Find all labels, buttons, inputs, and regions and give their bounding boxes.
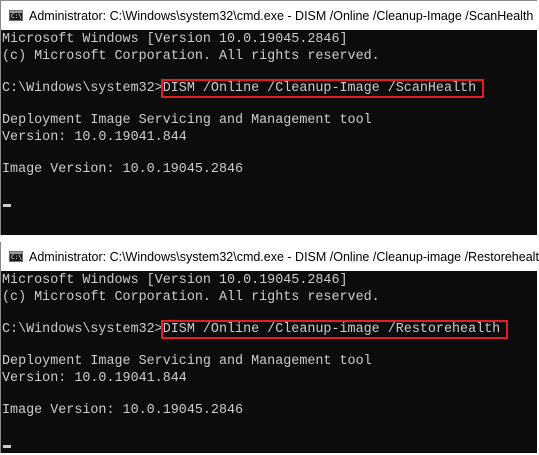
console-line: Image Version: 10.0.19045.2846	[2, 403, 244, 418]
prompt-path: C:\Windows\system32>	[2, 81, 163, 96]
highlighted-command: DISM /Online /Cleanup-image /Restoreheal…	[160, 320, 509, 339]
title-bar[interactable]: C:\ Administrator: C:\Windows\system32\c…	[1, 242, 539, 271]
text-cursor	[3, 445, 11, 448]
cmd-icon: C:\	[9, 251, 23, 262]
prompt-path: C:\Windows\system32>	[2, 322, 163, 337]
text-cursor	[3, 204, 11, 207]
title-bar[interactable]: C:\ Administrator: C:\Windows\system32\c…	[1, 1, 537, 30]
window-title: Administrator: C:\Windows\system32\cmd.e…	[29, 249, 539, 264]
console-line: (c) Microsoft Corporation. All rights re…	[2, 290, 380, 305]
console-line: Version: 10.0.19041.844	[2, 130, 187, 145]
console-output[interactable]: Microsoft Windows [Version 10.0.19045.28…	[1, 30, 537, 235]
console-line: Microsoft Windows [Version 10.0.19045.28…	[2, 273, 348, 288]
prompt-line: C:\Windows\system32>DISM /Online /Cleanu…	[2, 79, 485, 98]
window-title: Administrator: C:\Windows\system32\cmd.e…	[29, 8, 534, 23]
cmd-icon: C:\	[9, 10, 23, 21]
prompt-line: C:\Windows\system32>DISM /Online /Cleanu…	[2, 320, 509, 339]
console-line: Version: 10.0.19041.844	[2, 371, 187, 386]
highlighted-command: DISM /Online /Cleanup-Image /ScanHealth	[160, 79, 485, 98]
console-output[interactable]: Microsoft Windows [Version 10.0.19045.28…	[1, 271, 537, 453]
console-line: Deployment Image Servicing and Managemen…	[2, 113, 372, 128]
cmd-window-restorehealth[interactable]: C:\ Administrator: C:\Windows\system32\c…	[1, 242, 539, 453]
console-line: (c) Microsoft Corporation. All rights re…	[2, 49, 380, 64]
window-separator	[0, 235, 539, 242]
console-line: Microsoft Windows [Version 10.0.19045.28…	[2, 32, 348, 47]
cmd-window-scanhealth[interactable]: C:\ Administrator: C:\Windows\system32\c…	[1, 1, 537, 235]
console-line: Image Version: 10.0.19045.2846	[2, 162, 244, 177]
console-line: Deployment Image Servicing and Managemen…	[2, 354, 372, 369]
